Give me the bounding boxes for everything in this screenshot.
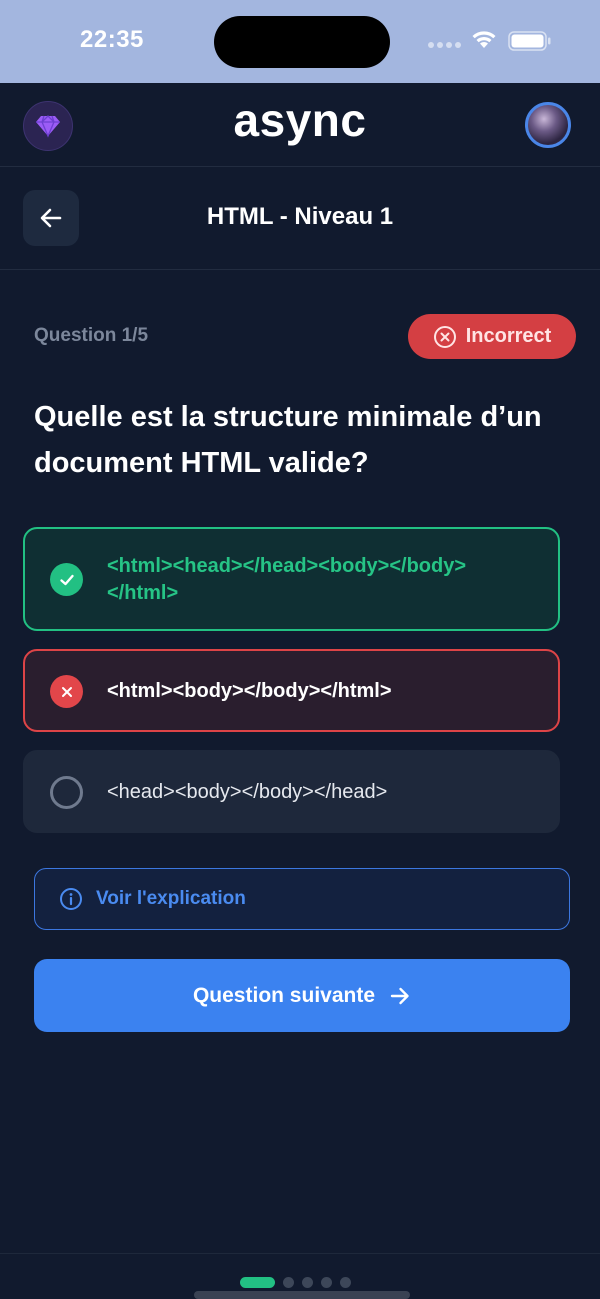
answer-option-wrong[interactable]: <html><body></body></html> xyxy=(23,649,560,732)
status-badge: Incorrect xyxy=(408,314,576,359)
next-question-label: Question suivante xyxy=(192,983,376,1007)
app-header: async xyxy=(0,83,600,167)
answer-option[interactable]: <head><body></body></head> xyxy=(23,750,560,833)
next-question-button[interactable]: Question suivante xyxy=(34,959,570,1032)
radio-empty-icon xyxy=(50,776,83,809)
info-icon xyxy=(60,888,82,910)
question-text: Quelle est la structure minimale d’un do… xyxy=(34,401,542,479)
check-circle-icon xyxy=(50,563,83,596)
title-bar: HTML - Niveau 1 xyxy=(0,167,600,270)
status-time: 22:35 xyxy=(80,26,144,53)
progress-dot-active xyxy=(240,1277,275,1288)
close-circle-icon xyxy=(433,325,456,348)
app-logo: async xyxy=(233,94,367,146)
answer-option-label: <html><head></head><body></body></html> xyxy=(107,555,467,604)
progress-indicator xyxy=(240,1277,351,1288)
progress-dot xyxy=(321,1277,332,1288)
status-bar: 22:35 xyxy=(0,0,600,83)
dynamic-island xyxy=(214,16,390,68)
answer-option-label: <html><body></body></html> xyxy=(107,680,392,702)
x-circle-icon xyxy=(50,675,83,708)
progress-dot xyxy=(283,1277,294,1288)
status-badge-label: Incorrect xyxy=(465,325,552,347)
home-indicator[interactable] xyxy=(194,1291,410,1299)
answer-option-correct[interactable]: <html><head></head><body></body></html> xyxy=(23,527,560,631)
avatar[interactable] xyxy=(525,102,571,148)
question-counter: Question 1/5 xyxy=(34,325,149,346)
show-explanation-label: Voir l'explication xyxy=(96,888,246,909)
battery-icon xyxy=(508,31,551,51)
progress-dot xyxy=(340,1277,351,1288)
arrow-right-icon xyxy=(390,987,409,1004)
page-title: HTML - Niveau 1 xyxy=(206,203,394,230)
show-explanation-button[interactable]: Voir l'explication xyxy=(34,868,570,930)
progress-dot xyxy=(302,1277,313,1288)
cellular-signal-icon xyxy=(428,42,461,48)
answer-option-label: <head><body></body></head> xyxy=(107,781,388,803)
wifi-icon xyxy=(472,31,496,48)
